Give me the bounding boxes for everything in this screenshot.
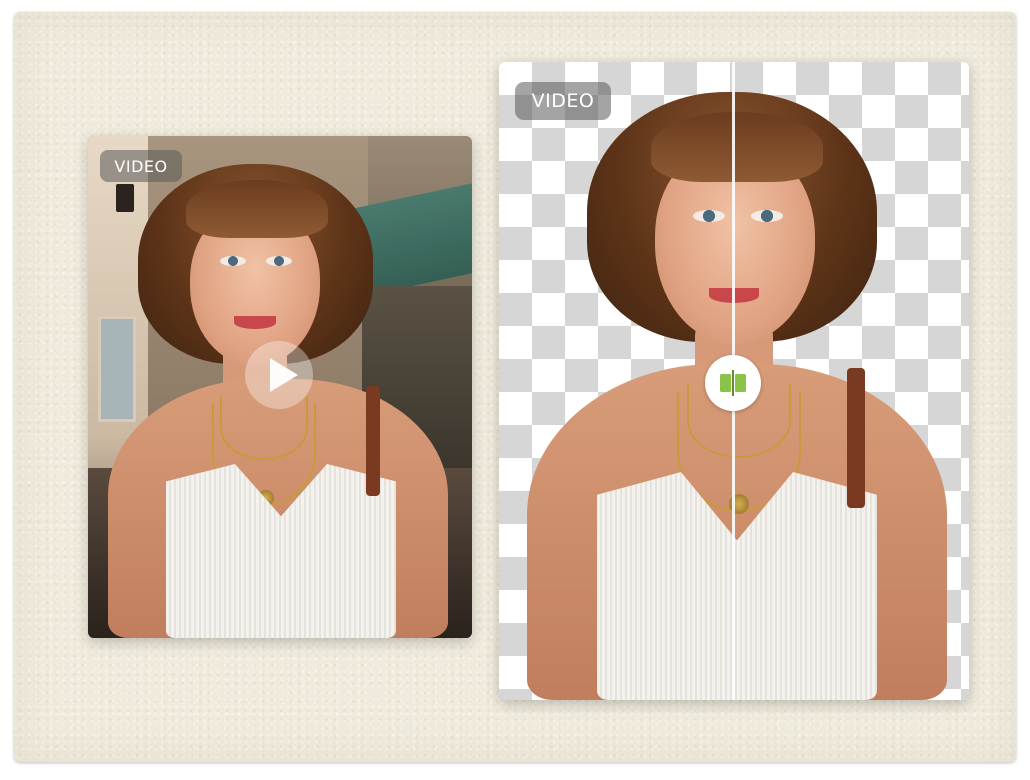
removed-background-card[interactable]: VIDEO (499, 62, 969, 700)
eye-right (266, 256, 292, 266)
bag-strap (366, 386, 380, 496)
video-badge: VIDEO (515, 82, 611, 120)
eye-left (220, 256, 246, 266)
original-video-card[interactable]: VIDEO (88, 136, 472, 638)
page: VIDEO VIDEO (0, 0, 1030, 780)
bangs (651, 112, 823, 182)
bag-strap (847, 368, 865, 508)
eye-right (751, 210, 783, 222)
compare-slider-handle[interactable] (705, 355, 761, 411)
play-button[interactable] (245, 341, 313, 409)
compare-slider-icon (720, 370, 746, 396)
bangs (186, 180, 328, 238)
video-badge: VIDEO (100, 150, 182, 182)
play-icon (270, 358, 298, 392)
mouth (234, 316, 276, 329)
eye-left (693, 210, 725, 222)
